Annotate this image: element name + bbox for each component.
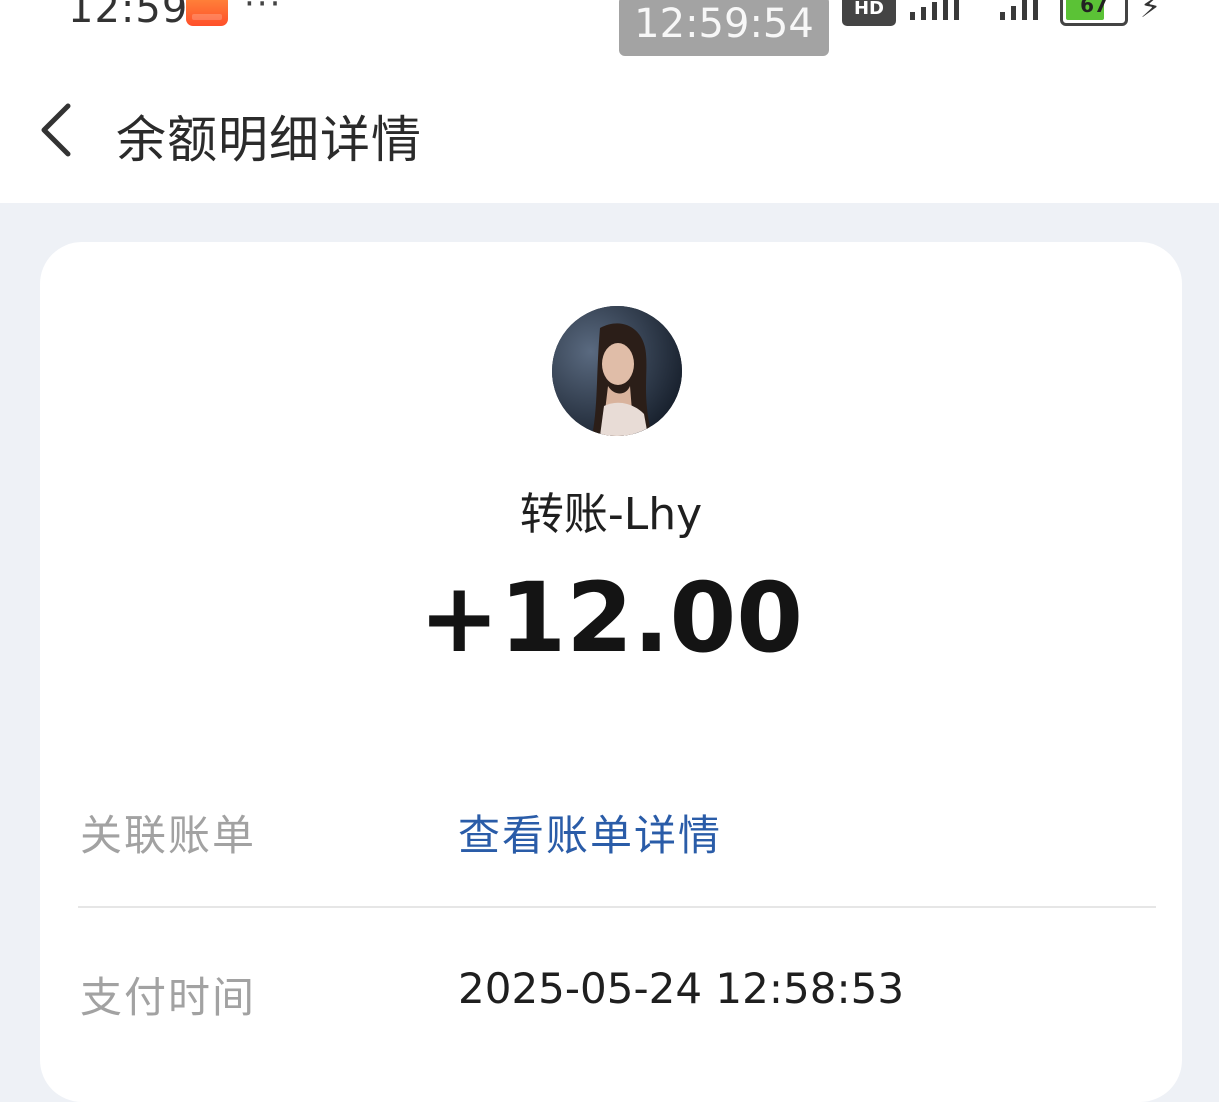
battery-icon: 67 (1060, 0, 1128, 26)
divider (78, 906, 1156, 908)
charging-icon: ⚡ (1140, 0, 1162, 25)
chevron-left-icon (41, 103, 71, 157)
more-notifications-icon: ··· (244, 0, 283, 24)
app-notification-icon (186, 0, 228, 26)
transaction-amount: +12.00 (418, 562, 804, 674)
payee-name: 转账-Lhy (519, 489, 703, 540)
payment-time-value: 2025-05-24 12:58:53 (458, 964, 905, 1013)
payment-time-label: 支付时间 (80, 973, 257, 1022)
related-bill-label: 关联账单 (80, 811, 257, 860)
back-button[interactable] (30, 98, 90, 158)
view-bill-details-link[interactable]: 查看账单详情 (458, 802, 722, 863)
screen-recording-time: 12:59:54 (619, 0, 829, 56)
avatar (552, 306, 682, 436)
transaction-detail-card: 转账-Lhy +12.00 关联账单 查看账单详情 支付时间 2025-05-2… (40, 242, 1182, 1102)
signal-strength-icon (910, 0, 974, 20)
status-time: 12:59 (68, 0, 189, 32)
navigation-bar: 余额明细详情 (0, 60, 1219, 203)
signal-strength-icon-secondary (1000, 0, 1048, 20)
page-title: 余额明细详情 (116, 111, 422, 169)
hd-voice-icon: HD (842, 0, 896, 26)
status-bar: 12:59 ··· 12:59:54 HD 67 ⚡ (0, 0, 1219, 60)
battery-level: 67 (1080, 0, 1108, 17)
